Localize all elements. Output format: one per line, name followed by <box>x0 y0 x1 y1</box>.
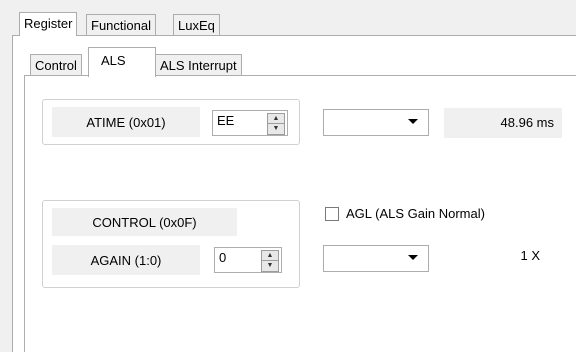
tab-luxeq[interactable]: LuxEq <box>173 14 220 36</box>
atime-up-icon[interactable]: ▲ <box>268 114 284 123</box>
again-up-icon[interactable]: ▲ <box>262 251 278 260</box>
gain-readout: 1 X <box>520 248 540 263</box>
tab-luxeq-label: LuxEq <box>178 18 215 33</box>
again-label: AGAIN (1:0) <box>52 245 200 275</box>
again-stepper-buttons[interactable]: ▲ ▼ <box>261 250 279 272</box>
tab-als[interactable]: ALS <box>88 47 156 77</box>
again-label-text: AGAIN (1:0) <box>90 252 162 268</box>
atime-stepper[interactable]: EE ▲ ▼ <box>212 110 288 136</box>
again-dropdown[interactable] <box>323 245 429 272</box>
again-value: 0 <box>219 250 227 265</box>
tab-control-label: Control <box>35 58 77 73</box>
tab-functional[interactable]: Functional <box>86 14 156 36</box>
atime-down-icon[interactable]: ▼ <box>268 123 284 133</box>
chevron-down-icon <box>408 119 418 124</box>
tab-register[interactable]: Register <box>19 12 78 36</box>
tab-als-interrupt[interactable]: ALS Interrupt <box>155 54 242 76</box>
tab-register-label: Register <box>24 16 73 31</box>
atime-stepper-buttons[interactable]: ▲ ▼ <box>267 113 285 135</box>
atime-value: EE <box>217 113 235 128</box>
control-title-text: CONTROL (0x0F) <box>92 214 197 230</box>
tab-functional-label: Functional <box>91 18 151 33</box>
atime-readout: 48.96 ms <box>444 108 562 138</box>
control-title: CONTROL (0x0F) <box>52 208 237 236</box>
agl-label[interactable]: AGL (ALS Gain Normal) <box>346 206 485 221</box>
atime-label: ATIME (0x01) <box>52 107 200 137</box>
chevron-down-icon <box>408 255 418 260</box>
atime-dropdown[interactable] <box>323 109 429 136</box>
again-stepper[interactable]: 0 ▲ ▼ <box>214 247 282 273</box>
again-down-icon[interactable]: ▼ <box>262 260 278 270</box>
tab-control[interactable]: Control <box>30 54 82 76</box>
atime-label-text: ATIME (0x01) <box>86 114 166 130</box>
tab-als-label: ALS <box>101 53 126 68</box>
tab-als-interrupt-label: ALS Interrupt <box>160 58 237 73</box>
agl-checkbox[interactable] <box>325 207 339 221</box>
